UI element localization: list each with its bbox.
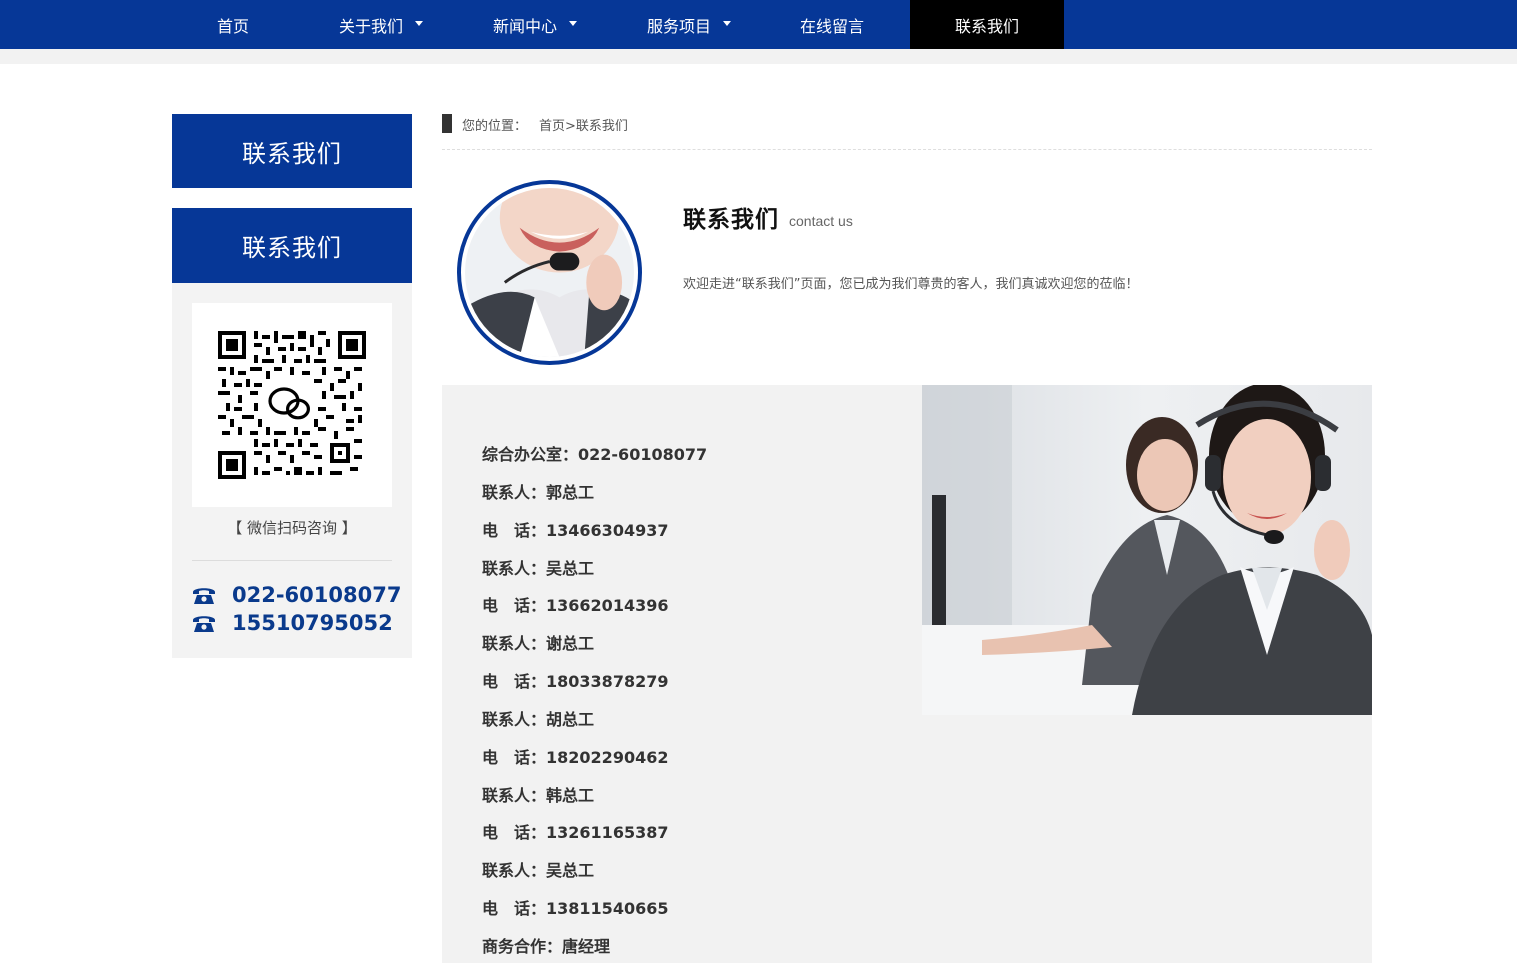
info-value[interactable]: 022-60108077	[578, 445, 707, 464]
sidebar-heading-text: 联系我们	[242, 139, 342, 168]
chevron-down-icon	[723, 21, 731, 26]
chevron-down-icon	[415, 21, 423, 26]
phone-number: 022-60108077	[232, 583, 402, 607]
telephone-icon	[193, 616, 215, 632]
info-value: 吴总工	[546, 559, 595, 578]
nav-item-label: 服务项目	[646, 16, 711, 36]
info-value[interactable]: 13662014396	[546, 596, 668, 615]
info-label: 电 话：	[482, 748, 547, 767]
info-label: 电 话：	[482, 899, 547, 918]
wechat-qr-code-icon	[218, 331, 366, 479]
chevron-down-icon	[569, 21, 577, 26]
info-label: 电 话：	[482, 672, 547, 691]
info-line-office: 综合办公室：022-60108077	[482, 441, 707, 465]
sidebar-subheading[interactable]: 联系我们	[172, 208, 412, 283]
contact-subtitle: contact us	[789, 213, 853, 229]
info-line-contact: 联系人：胡总工	[482, 706, 594, 730]
sidebar-subheading-text: 联系我们	[242, 234, 342, 262]
qr-code-frame	[192, 303, 392, 507]
nav-item-label: 联系我们	[954, 16, 1019, 36]
nav-item-home[interactable]: 首页	[156, 0, 310, 49]
info-label: 商务合作：	[482, 937, 563, 956]
info-value[interactable]: 13811540665	[546, 899, 668, 918]
welcome-text: 欢迎走进“联系我们”页面，您已成为我们尊贵的客人，我们真诚欢迎您的莅临！	[683, 277, 1139, 292]
nav-item-services[interactable]: 服务项目	[612, 0, 766, 49]
nav-item-message[interactable]: 在线留言	[755, 0, 909, 49]
sidebar-phone-2[interactable]: 15510795052	[192, 609, 393, 637]
info-label: 联系人：	[482, 483, 547, 502]
headset-agent-image	[465, 188, 634, 357]
sidebar-divider	[192, 560, 392, 561]
qr-caption: 【 微信扫码咨询 】	[227, 519, 357, 537]
nav-divider-strip	[0, 49, 1517, 64]
call-center-agents-image	[922, 385, 1372, 715]
breadcrumb-divider	[442, 149, 1372, 150]
info-value[interactable]: 18202290462	[546, 748, 668, 767]
info-line-business: 商务合作：唐经理	[482, 933, 610, 957]
nav-item-news[interactable]: 新闻中心	[458, 0, 612, 49]
nav-item-label: 在线留言	[799, 16, 864, 36]
sidebar-phone-1[interactable]: 022-60108077	[192, 581, 401, 609]
info-label: 电 话：	[482, 596, 547, 615]
nav-item-label: 关于我们	[338, 16, 403, 36]
info-value[interactable]: 18033878279	[546, 672, 668, 691]
top-navbar: 首页 关于我们 新闻中心 服务项目 在线留言 联系我们	[0, 0, 1517, 49]
info-label: 电 话：	[482, 521, 547, 540]
info-value[interactable]: 13261165387	[546, 823, 668, 842]
info-label: 联系人：	[482, 710, 547, 729]
nav-item-label: 首页	[216, 16, 249, 36]
info-label: 联系人：	[482, 634, 547, 653]
sidebar-contact-panel: 【 微信扫码咨询 】 022-60108077 15510795052	[172, 283, 412, 658]
info-line-phone: 电 话：13261165387	[482, 819, 668, 843]
info-value[interactable]: 13466304937	[546, 521, 668, 540]
info-label: 综合办公室：	[482, 445, 579, 464]
sidebar-heading: 联系我们	[172, 114, 412, 188]
info-line-contact: 联系人：韩总工	[482, 782, 594, 806]
info-line-contact: 联系人：谢总工	[482, 630, 594, 654]
info-label: 联系人：	[482, 559, 547, 578]
breadcrumb-marker	[442, 114, 452, 133]
info-line-phone: 电 话：13662014396	[482, 592, 668, 616]
info-value: 谢总工	[546, 634, 595, 653]
info-value: 唐经理	[562, 937, 611, 956]
info-line-phone: 电 话：18202290462	[482, 744, 668, 768]
breadcrumb-label: 您的位置：	[462, 119, 528, 134]
breadcrumb-path[interactable]: 首页>联系我们	[539, 115, 628, 134]
nav-item-about[interactable]: 关于我们	[304, 0, 458, 49]
nav-item-contact[interactable]: 联系我们	[910, 0, 1064, 49]
info-value: 郭总工	[546, 483, 595, 502]
info-label: 联系人：	[482, 861, 547, 880]
customer-service-photo	[922, 385, 1372, 715]
info-line-contact: 联系人：吴总工	[482, 857, 594, 881]
info-line-phone: 电 话：13811540665	[482, 895, 668, 919]
info-line-phone: 电 话：18033878279	[482, 668, 668, 692]
nav-item-label: 新闻中心	[492, 16, 557, 36]
info-line-phone: 电 话：13466304937	[482, 517, 668, 541]
breadcrumb: 您的位置： 首页>联系我们	[462, 115, 628, 134]
info-label: 电 话：	[482, 823, 547, 842]
info-line-contact: 联系人：郭总工	[482, 479, 594, 503]
telephone-icon	[193, 588, 215, 604]
customer-service-avatar	[457, 180, 642, 365]
info-value: 吴总工	[546, 861, 595, 880]
info-value: 韩总工	[546, 786, 595, 805]
contact-title: 联系我们	[683, 207, 779, 233]
info-line-contact: 联系人：吴总工	[482, 555, 594, 579]
info-value: 胡总工	[546, 710, 595, 729]
phone-number: 15510795052	[232, 611, 393, 635]
info-label: 联系人：	[482, 786, 547, 805]
